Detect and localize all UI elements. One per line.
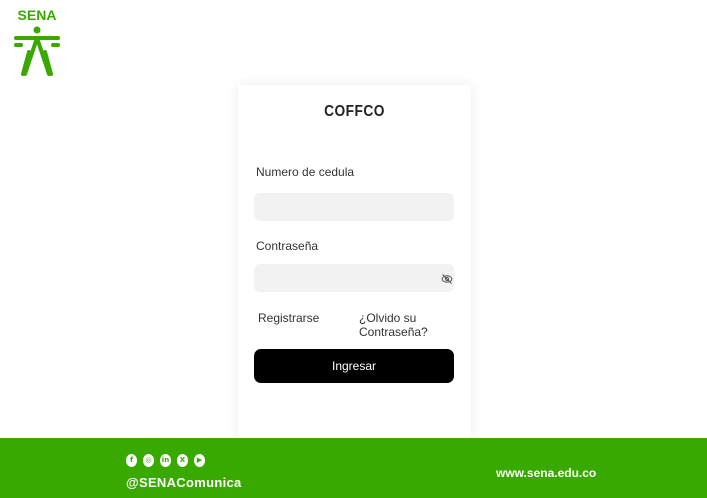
password-input[interactable]	[254, 264, 454, 292]
register-link[interactable]: Registrarse	[258, 311, 319, 325]
forgot-password-link[interactable]: ¿Olvido su Contraseña?	[359, 311, 471, 339]
login-button[interactable]: Ingresar	[254, 349, 454, 383]
x-icon[interactable]: X	[177, 454, 188, 467]
page-title: COFFCO	[324, 103, 385, 120]
linkedin-icon[interactable]: in	[160, 454, 171, 467]
youtube-icon[interactable]: ▶	[194, 454, 205, 467]
password-label: Contraseña	[256, 239, 319, 253]
website-link[interactable]: www.sena.edu.co	[496, 466, 596, 480]
cedula-input[interactable]	[254, 193, 454, 221]
footer: f ◎ in X ▶ @SENAComunica www.sena.edu.co	[0, 438, 707, 498]
social-handle: @SENAComunica	[126, 475, 242, 490]
social-links: f ◎ in X ▶	[126, 454, 205, 470]
eye-off-icon[interactable]	[441, 272, 453, 284]
sena-logo: SENA	[13, 7, 61, 77]
login-card: COFFCO Numero de cedula Contraseña Regis…	[238, 85, 471, 438]
instagram-icon[interactable]: ◎	[143, 454, 154, 467]
cedula-label: Numero de cedula	[256, 165, 355, 179]
sena-figure-icon	[14, 26, 60, 76]
facebook-icon[interactable]: f	[126, 454, 137, 467]
